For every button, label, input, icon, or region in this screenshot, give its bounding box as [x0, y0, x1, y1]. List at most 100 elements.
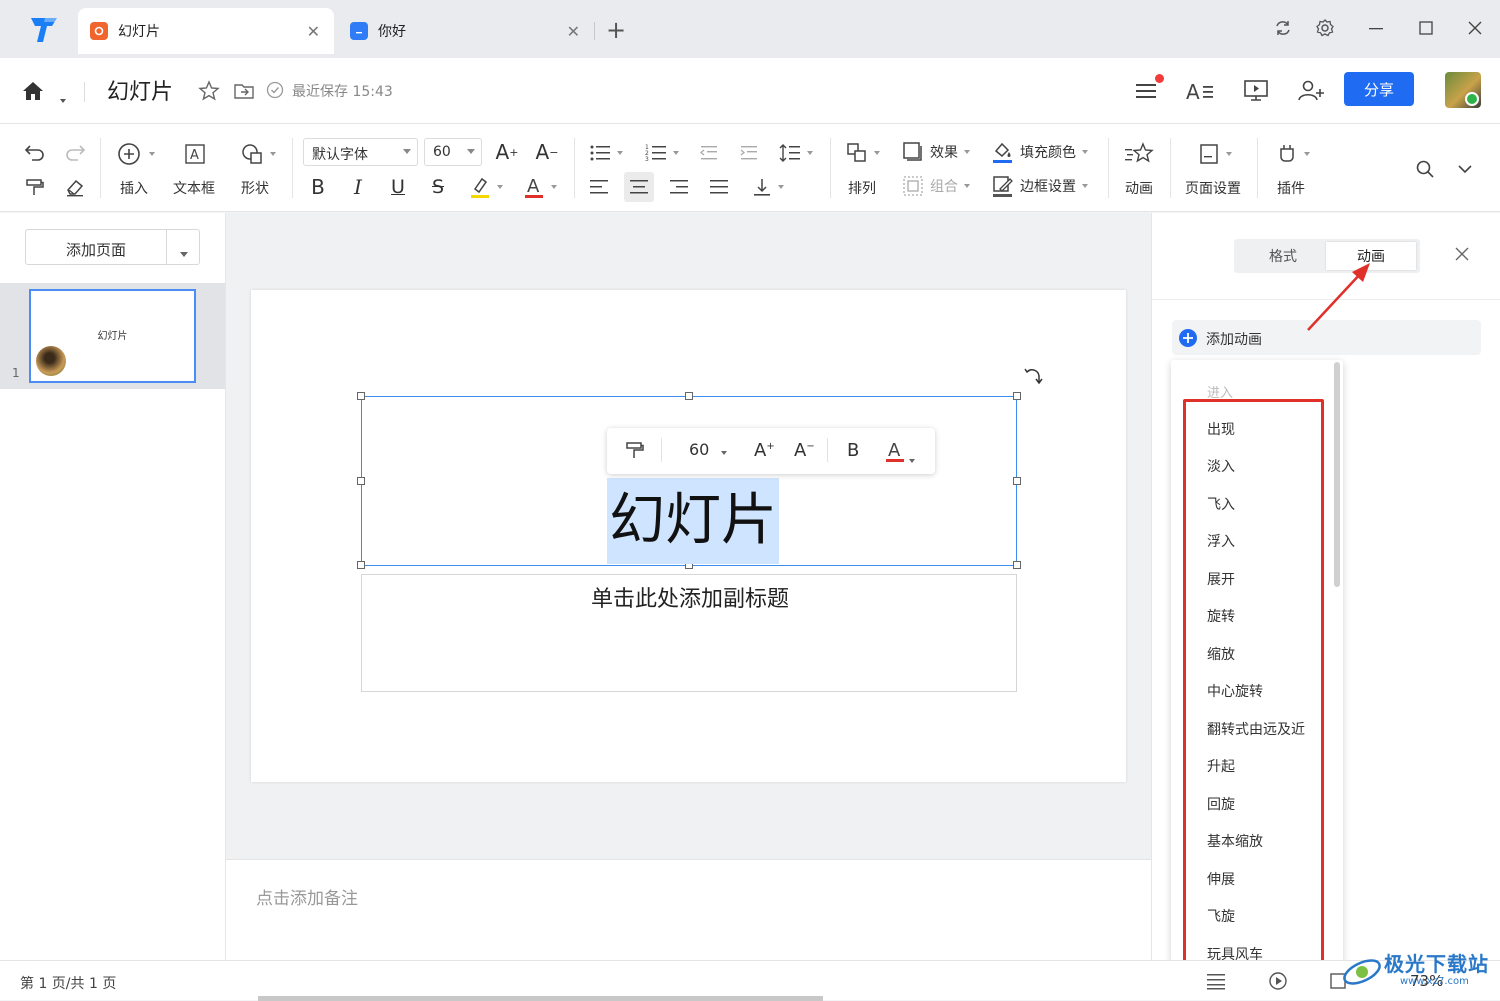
resize-handle[interactable] [1013, 392, 1021, 400]
notes-toggle-icon[interactable] [1205, 971, 1227, 991]
align-left-icon[interactable] [586, 174, 612, 200]
maximize-icon[interactable] [1414, 16, 1438, 40]
animation-option[interactable]: 淡入 [1207, 456, 1235, 476]
effect-button[interactable]: 效果 [902, 138, 978, 166]
slide[interactable]: 幻灯片 单击此处添加副标题 60 A+ A− B A [251, 290, 1126, 782]
animation-option[interactable]: 中心旋转 [1207, 681, 1263, 701]
format-painter-icon[interactable] [22, 174, 48, 200]
textbox-label[interactable]: 文本框 [173, 178, 215, 198]
play-icon[interactable] [1268, 971, 1288, 991]
font-color-icon[interactable]: A [885, 438, 907, 464]
font-size-select[interactable]: 60 [424, 138, 482, 166]
resize-handle[interactable] [357, 477, 365, 485]
insert-label[interactable]: 插入 [120, 178, 148, 198]
italic-icon[interactable]: I [346, 174, 370, 200]
chevron-down-icon[interactable] [909, 448, 915, 467]
close-window-icon[interactable] [1463, 16, 1487, 40]
decrease-font-icon[interactable]: A− [794, 440, 815, 461]
tab-slides[interactable]: 幻灯片 ✕ [78, 8, 334, 54]
add-page-button[interactable]: 添加页面 [25, 229, 200, 265]
animation-option[interactable]: 伸展 [1207, 869, 1235, 889]
speaker-notes[interactable]: 点击添加备注 [226, 859, 1151, 960]
document-title[interactable]: 幻灯片 [107, 74, 173, 106]
resize-handle[interactable] [1013, 477, 1021, 485]
animation-option[interactable]: 出现 [1207, 419, 1235, 439]
animation-option[interactable]: 升起 [1207, 756, 1235, 776]
increase-font-icon[interactable]: A+ [494, 138, 520, 166]
close-icon[interactable]: ✕ [307, 22, 320, 41]
close-icon[interactable] [1454, 246, 1470, 262]
highlight-icon[interactable] [466, 172, 506, 202]
textbox-icon[interactable]: A [180, 140, 210, 168]
align-right-icon[interactable] [666, 174, 692, 200]
shape-icon[interactable] [234, 140, 282, 168]
plugin-label[interactable]: 插件 [1277, 178, 1305, 198]
close-icon[interactable]: ✕ [567, 22, 580, 41]
search-icon[interactable] [1412, 156, 1438, 182]
animation-option[interactable]: 回旋 [1207, 794, 1235, 814]
avatar[interactable] [1445, 72, 1481, 108]
chevron-down-icon[interactable] [1452, 156, 1478, 182]
tab-doc[interactable]: 你好 ✕ [338, 8, 594, 54]
star-icon[interactable] [194, 76, 224, 106]
text-format-icon[interactable]: A [1185, 76, 1215, 106]
move-folder-icon[interactable] [229, 76, 259, 106]
resize-handle[interactable] [357, 561, 365, 569]
strikethrough-icon[interactable]: S [426, 174, 450, 200]
fill-color-button[interactable]: 填充颜色 [992, 138, 1098, 166]
increase-font-icon[interactable]: A+ [754, 440, 775, 461]
resize-handle[interactable] [1013, 561, 1021, 569]
bold-icon[interactable]: B [306, 174, 330, 200]
settings-gear-icon[interactable] [1313, 16, 1337, 40]
animation-option[interactable]: 飞入 [1207, 494, 1235, 514]
redo-icon[interactable] [62, 140, 88, 166]
justify-icon[interactable] [706, 174, 732, 200]
resize-handle[interactable] [685, 392, 693, 400]
animation-option[interactable]: 翻转式由远及近 [1207, 719, 1305, 739]
slide-thumbnail[interactable]: 幻灯片 [29, 289, 196, 383]
share-button[interactable]: 分享 [1344, 72, 1414, 106]
add-collaborator-icon[interactable] [1296, 76, 1326, 106]
decrease-font-icon[interactable]: A− [534, 138, 560, 166]
font-family-select[interactable]: 默认字体 [303, 138, 418, 166]
arrange-label[interactable]: 排列 [848, 178, 876, 198]
numbered-list-icon[interactable]: 123 [642, 140, 682, 166]
slide-title-text[interactable]: 幻灯片 [607, 478, 779, 564]
insert-button[interactable] [112, 140, 160, 168]
page-setup-label[interactable]: 页面设置 [1185, 178, 1241, 198]
page-setup-icon[interactable] [1190, 140, 1240, 168]
slide-thumbnail-row[interactable]: 1 幻灯片 [0, 283, 225, 389]
decrease-indent-icon[interactable] [696, 140, 722, 166]
notes-placeholder[interactable]: 点击添加备注 [256, 884, 358, 909]
subtitle-placeholder[interactable]: 单击此处添加副标题 [361, 574, 1017, 692]
minimize-icon[interactable] [1364, 16, 1388, 40]
bold-icon[interactable]: B [847, 440, 859, 461]
line-spacing-icon[interactable] [774, 140, 818, 166]
border-settings-button[interactable]: 边框设置 [992, 172, 1098, 200]
shape-label[interactable]: 形状 [241, 178, 269, 198]
animation-option[interactable]: 浮入 [1207, 531, 1235, 551]
animation-star-icon[interactable] [1122, 140, 1158, 168]
menu-icon[interactable] [1131, 74, 1164, 106]
eraser-icon[interactable] [62, 174, 88, 200]
format-painter-icon[interactable] [625, 440, 645, 460]
plugin-icon[interactable] [1270, 140, 1316, 168]
refresh-icon[interactable] [1271, 16, 1295, 40]
bullet-list-icon[interactable] [586, 140, 626, 166]
align-center-icon[interactable] [624, 172, 654, 202]
float-font-size[interactable]: 60 [689, 440, 728, 459]
rotate-handle-icon[interactable] [1023, 366, 1043, 386]
arrange-icon[interactable] [840, 140, 886, 166]
animation-option[interactable]: 旋转 [1207, 606, 1235, 626]
new-tab-icon[interactable]: + [606, 16, 626, 44]
increase-indent-icon[interactable] [736, 140, 762, 166]
scrollbar[interactable] [1334, 362, 1340, 587]
animation-dropdown[interactable]: 进入 出现 淡入 飞入 浮入 展开 旋转 缩放 中心旋转 翻转式由远及近 升起 … [1171, 360, 1343, 965]
horizontal-scrollbar[interactable] [258, 996, 823, 1001]
app-logo-icon[interactable] [28, 16, 60, 44]
underline-icon[interactable]: U [386, 174, 410, 200]
vertical-align-icon[interactable] [746, 174, 790, 200]
chevron-down-icon[interactable] [54, 88, 66, 107]
resize-handle[interactable] [357, 392, 365, 400]
home-icon[interactable] [18, 76, 48, 106]
